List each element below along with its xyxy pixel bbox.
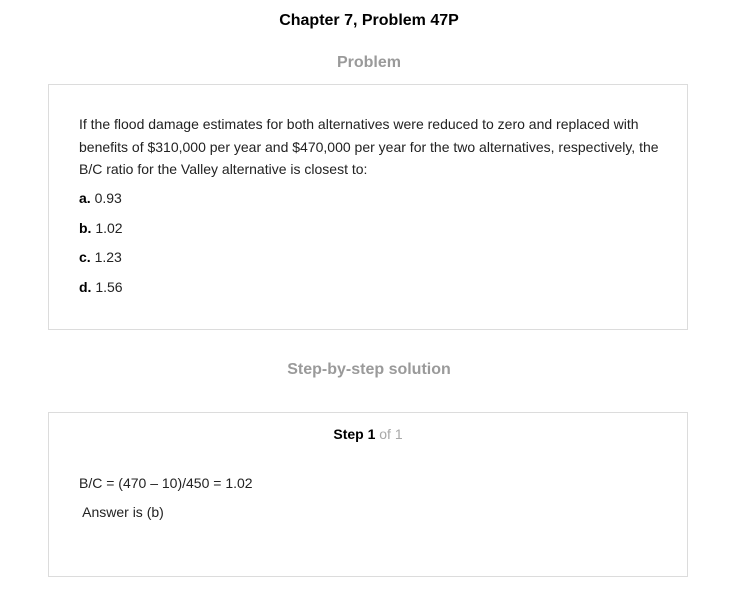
solution-card: Step 1 of 1 B/C = (470 – 10)/450 = 1.02 … (48, 412, 688, 577)
option-letter: a. (79, 190, 91, 206)
solution-answer: Answer is (b) (79, 504, 164, 520)
option-value: 1.23 (94, 249, 122, 265)
step-header: Step 1 of 1 (49, 426, 687, 442)
option-d: d. 1.56 (79, 277, 123, 307)
problem-card: If the flood damage estimates for both a… (48, 84, 688, 330)
step-label: Step 1 (333, 426, 376, 442)
problem-statement: If the flood damage estimates for both a… (79, 116, 659, 177)
option-value: 0.93 (94, 190, 122, 206)
option-value: 1.56 (95, 278, 123, 295)
option-c: c. 1.23 (79, 247, 123, 277)
answer-options: a. 0.93 b. 1.02 c. 1.23 d. 1.56 (79, 188, 123, 306)
option-letter: d. (79, 278, 92, 295)
solution-heading: Step-by-step solution (287, 361, 451, 378)
problem-heading: Problem (336, 54, 401, 71)
page-title: Chapter 7, Problem 47P (279, 12, 459, 29)
solution-equation: B/C = (470 – 10)/450 = 1.02 (79, 475, 253, 491)
option-a: a. 0.93 (79, 188, 123, 218)
step-count: of 1 (379, 426, 403, 442)
option-b: b. 1.02 (79, 218, 123, 248)
option-value: 1.02 (95, 219, 123, 236)
option-letter: b. (79, 219, 92, 236)
option-letter: c. (79, 249, 91, 265)
